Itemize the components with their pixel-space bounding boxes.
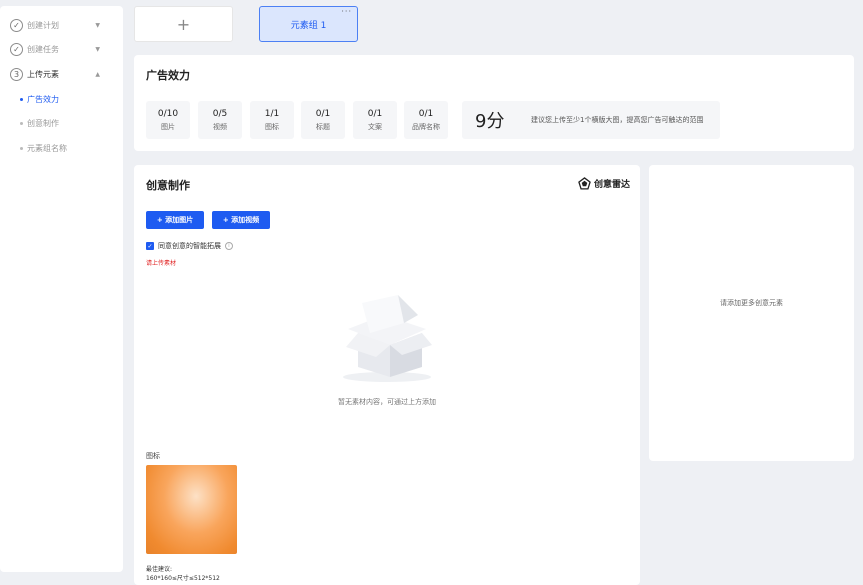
radar-label: 创意雷达 (593, 180, 630, 190)
stat-label: 视频 (213, 123, 227, 131)
sidebar-item-creative[interactable]: 创意制作 (20, 118, 59, 129)
sidebar: ✓ 创建计划 ▼ ✓ 创建任务 ▼ 3 上传元素 ▲ 广告效力 创意制作 元素组… (0, 6, 123, 572)
chevron-up-icon: ▲ (95, 70, 100, 78)
stat-value: 0/10 (157, 109, 179, 119)
plus-icon: + (176, 14, 191, 34)
sidebar-item-label: 创意制作 (27, 119, 59, 128)
smart-expand-checkbox[interactable]: ✓ 同意创意的智能拓展 i (146, 241, 233, 251)
stat-copy: 0/1 文案 (353, 101, 397, 139)
ad-effect-title: 广告效力 (146, 69, 190, 82)
score-box: 9分 建议您上传至少1个横版大图，提高您广告可触达的范围 (462, 101, 720, 139)
checkbox-label: 同意创意的智能拓展 (158, 242, 221, 250)
stat-label: 文案 (368, 123, 382, 131)
step-label: 上传元素 (27, 69, 59, 79)
check-circle-icon: ✓ (10, 18, 23, 32)
stat-brand-name: 0/1 品牌名称 (404, 101, 448, 139)
step-label: 创建任务 (27, 44, 59, 54)
icon-thumbnail[interactable] (146, 465, 237, 554)
add-image-button[interactable]: + 添加图片 (146, 211, 204, 229)
hint-title: 最佳建议: (146, 566, 173, 573)
tab-label: 元素组 1 (290, 20, 327, 31)
info-icon[interactable]: i (225, 242, 233, 250)
icon-size-hint: 最佳建议: 160*160≤尺寸≤512*512 (146, 565, 220, 583)
icon-section-label: 图标 (146, 452, 160, 460)
step-create-task[interactable]: ✓ 创建任务 ▼ (10, 42, 100, 56)
add-video-button[interactable]: + 添加视频 (212, 211, 270, 229)
dot-icon (20, 122, 23, 125)
sidebar-item-group-name[interactable]: 元素组名称 (20, 143, 67, 154)
checkbox-checked-icon[interactable]: ✓ (146, 242, 154, 250)
chevron-down-icon: ▼ (95, 21, 100, 29)
stat-images: 0/10 图片 (146, 101, 190, 139)
check-circle-icon: ✓ (10, 42, 23, 56)
creative-card: 创意制作 创意雷达 + 添加图片 + 添加视频 ✓ 同意创意的智能拓展 i 请上… (134, 165, 640, 585)
stat-value: 1/1 (264, 109, 280, 119)
step-number: 3 (10, 67, 23, 81)
stat-value: 0/1 (367, 109, 383, 119)
add-group-button[interactable]: + (134, 6, 233, 42)
hint-size: 160*160≤尺寸≤512*512 (146, 575, 220, 582)
stat-label: 标题 (316, 123, 330, 131)
empty-state-text: 暂无素材内容，可通过上方添加 (338, 398, 436, 406)
sidebar-item-ad-effect[interactable]: 广告效力 (20, 94, 59, 105)
step-upload-elements[interactable]: 3 上传元素 ▲ (10, 67, 100, 81)
empty-box-icon (343, 295, 432, 382)
stat-titles: 0/1 标题 (301, 101, 345, 139)
sidebar-item-label: 广告效力 (27, 95, 59, 104)
stat-value: 0/1 (418, 109, 434, 119)
creative-title: 创意制作 (146, 179, 190, 192)
stat-value: 0/5 (212, 109, 228, 119)
step-label: 创建计划 (27, 20, 59, 30)
stat-icons: 1/1 图标 (250, 101, 294, 139)
score-value: 9分 (475, 111, 505, 132)
stat-label: 图片 (161, 123, 175, 131)
chevron-down-icon: ▼ (95, 45, 100, 53)
more-icon[interactable]: ··· (341, 7, 352, 16)
step-create-plan[interactable]: ✓ 创建计划 ▼ (10, 18, 100, 32)
upload-error-text: 请上传素材 (146, 260, 177, 267)
radar-icon (578, 177, 591, 190)
ad-effect-card: 广告效力 0/10 图片 0/5 视频 1/1 图标 0/1 标题 0/1 文案… (134, 55, 854, 151)
dot-icon (20, 98, 23, 101)
sidebar-item-label: 元素组名称 (27, 144, 67, 153)
stat-videos: 0/5 视频 (198, 101, 242, 139)
preview-message: 请添加更多创意元素 (720, 299, 783, 307)
tab-element-group-1[interactable]: 元素组 1 ··· (259, 6, 358, 42)
stat-label: 品牌名称 (412, 123, 440, 131)
dot-icon (20, 147, 23, 150)
creative-radar-link[interactable]: 创意雷达 (578, 177, 630, 190)
stat-value: 0/1 (315, 109, 331, 119)
score-tip: 建议您上传至少1个横版大图，提高您广告可触达的范围 (531, 116, 704, 124)
stat-label: 图标 (265, 123, 279, 131)
preview-panel: 请添加更多创意元素 (649, 165, 854, 461)
